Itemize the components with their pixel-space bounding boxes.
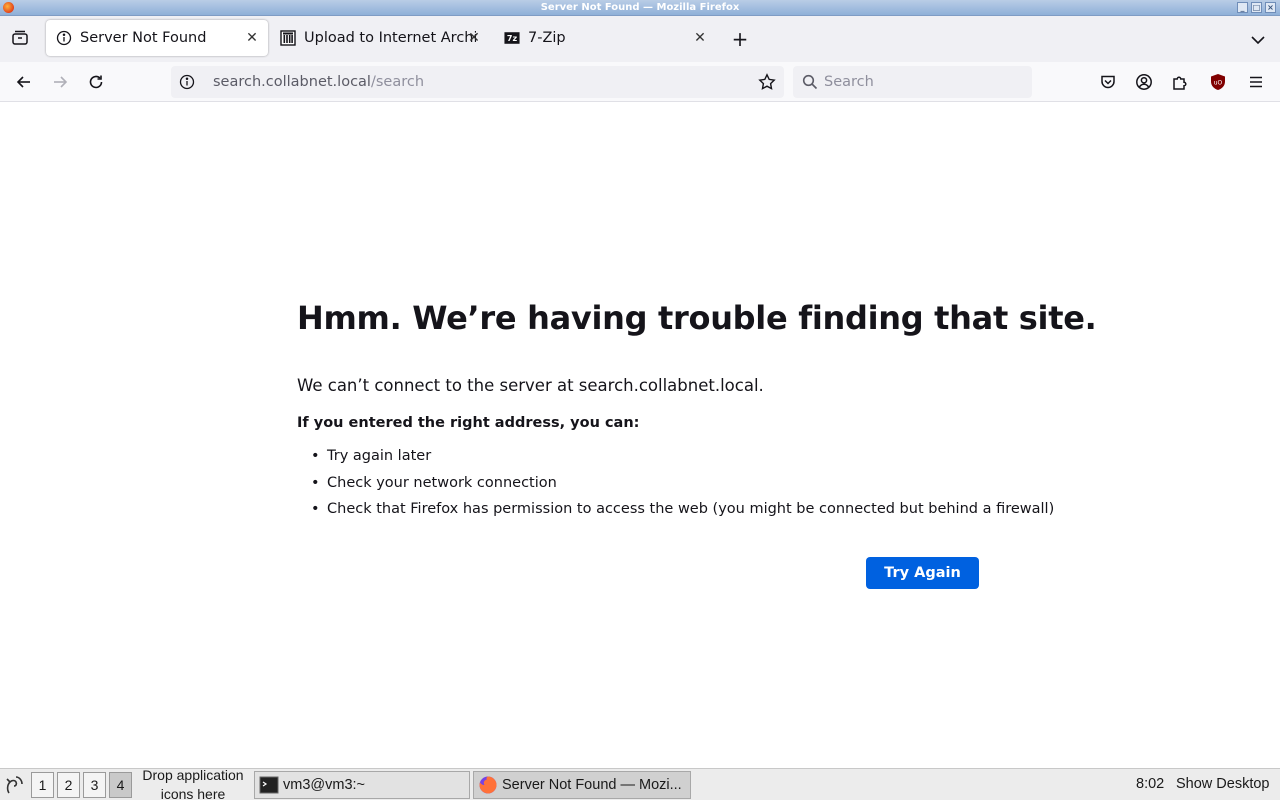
- tab-label: Upload to Internet Archive: [304, 30, 476, 46]
- workspace-2-button[interactable]: 2: [57, 772, 80, 798]
- tab-label: 7-Zip: [528, 30, 566, 46]
- url-path: /search: [370, 74, 425, 90]
- suggestions-list: Try again later Check your network conne…: [311, 448, 1054, 528]
- chevron-down-icon: [1251, 36, 1265, 45]
- url-text[interactable]: search.collabnet.local/search: [213, 74, 424, 90]
- clock[interactable]: 8:02: [1136, 776, 1164, 792]
- maximize-button[interactable]: □: [1251, 2, 1262, 13]
- back-button[interactable]: [12, 70, 36, 94]
- try-again-button[interactable]: Try Again: [866, 557, 979, 589]
- tab-7zip[interactable]: 7z 7-Zip ✕: [494, 20, 716, 56]
- workspace-4-button[interactable]: 4: [109, 772, 132, 798]
- firefox-view-button[interactable]: [8, 26, 32, 50]
- taskbar-item-terminal[interactable]: vm3@vm3:~: [254, 771, 470, 799]
- bookmark-star-icon[interactable]: [758, 73, 776, 91]
- show-desktop-button[interactable]: Show Desktop: [1176, 776, 1270, 792]
- page-content: Hmm. We’re having trouble finding that s…: [0, 102, 1280, 768]
- reload-button[interactable]: [84, 70, 108, 94]
- navigation-toolbar: search.collabnet.local/search uO: [0, 62, 1280, 102]
- ublock-shield-icon: uO: [1211, 74, 1225, 90]
- archive-icon: [280, 30, 296, 46]
- task-label: vm3@vm3:~: [283, 777, 366, 793]
- list-all-tabs-button[interactable]: [1248, 30, 1268, 50]
- suggestions-heading: If you entered the right address, you ca…: [297, 415, 640, 431]
- list-item: Check that Firefox has permission to acc…: [311, 501, 1054, 528]
- firefox-icon: [3, 2, 14, 13]
- reload-icon: [89, 75, 103, 89]
- taskbar: 1 2 3 4 Drop application icons here vm3@…: [0, 767, 1280, 802]
- close-tab-icon[interactable]: ✕: [464, 28, 484, 48]
- error-description: We can’t connect to the server at search…: [297, 376, 764, 395]
- close-tab-icon[interactable]: ✕: [690, 28, 710, 48]
- desktop-menu-icon: [6, 776, 23, 794]
- close-tab-icon[interactable]: ✕: [242, 28, 262, 48]
- url-host: search.collabnet.local: [213, 74, 371, 90]
- svg-text:uO: uO: [1214, 80, 1223, 87]
- forward-button[interactable]: [48, 70, 72, 94]
- ublock-button[interactable]: uO: [1206, 70, 1230, 94]
- account-button[interactable]: [1132, 70, 1156, 94]
- extensions-button[interactable]: [1168, 70, 1192, 94]
- launcher-drop-hint: Drop application icons here: [142, 767, 244, 802]
- search-input[interactable]: [824, 74, 1014, 90]
- account-icon: [1136, 74, 1152, 90]
- search-icon: [802, 74, 818, 90]
- workspace-3-button[interactable]: 3: [83, 772, 106, 798]
- window-controls: _ □ ×: [1237, 2, 1276, 13]
- firefox-icon: [479, 776, 497, 794]
- puzzle-icon: [1173, 76, 1187, 90]
- window-title: Server Not Found — Mozilla Firefox: [540, 2, 740, 13]
- list-item: Check your network connection: [311, 475, 1054, 502]
- info-icon: [56, 30, 72, 46]
- workspace-1-button[interactable]: 1: [31, 772, 54, 798]
- close-window-button[interactable]: ×: [1265, 2, 1276, 13]
- hamburger-menu-icon: [1250, 76, 1262, 88]
- svg-text:7z: 7z: [507, 34, 518, 43]
- tab-upload-internet-archive[interactable]: Upload to Internet Archive ✕: [270, 20, 490, 56]
- site-info-icon[interactable]: [179, 74, 195, 90]
- 7zip-icon: 7z: [504, 30, 520, 46]
- pocket-icon: [1101, 75, 1115, 89]
- app-menu-button[interactable]: [1244, 70, 1268, 94]
- page-title: Hmm. We’re having trouble finding that s…: [297, 299, 1097, 337]
- task-label: Server Not Found — Mozi...: [502, 777, 682, 793]
- minimize-button[interactable]: _: [1237, 2, 1248, 13]
- back-arrow-icon: [16, 76, 30, 88]
- search-bar[interactable]: [793, 66, 1032, 98]
- forward-arrow-icon: [54, 76, 68, 88]
- firefox-view-icon: [12, 30, 28, 45]
- start-menu-button[interactable]: [4, 773, 26, 797]
- address-bar[interactable]: search.collabnet.local/search: [171, 66, 784, 98]
- tab-strip: Server Not Found ✕ Upload to Internet Ar…: [0, 16, 1280, 62]
- new-tab-button[interactable]: +: [728, 29, 752, 50]
- tab-label: Server Not Found: [80, 30, 207, 46]
- window-titlebar[interactable]: Server Not Found — Mozilla Firefox _ □ ×: [0, 0, 1280, 16]
- terminal-icon: [259, 776, 279, 794]
- tab-server-not-found[interactable]: Server Not Found ✕: [46, 20, 268, 56]
- pocket-button[interactable]: [1096, 70, 1120, 94]
- list-item: Try again later: [311, 448, 1054, 475]
- taskbar-item-firefox[interactable]: Server Not Found — Mozi...: [473, 771, 691, 799]
